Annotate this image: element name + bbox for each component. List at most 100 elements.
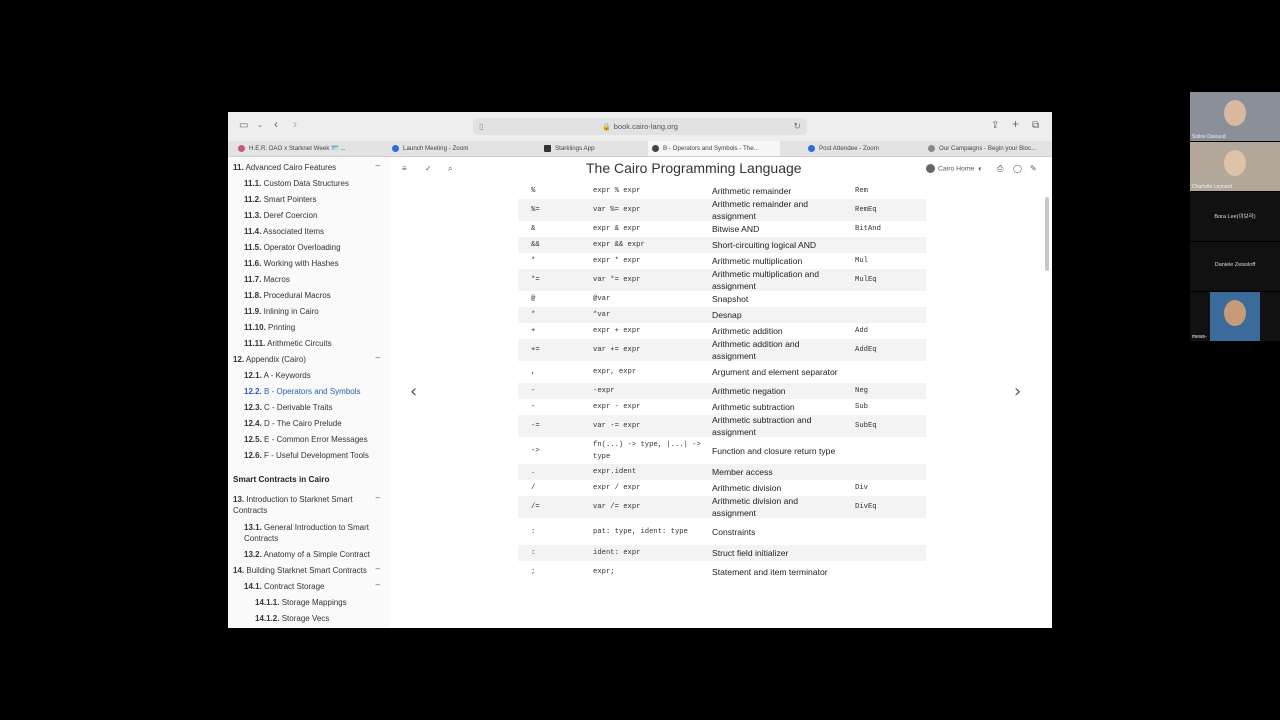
sidebar-item-11[interactable]: 11. Advanced Cairo Features [233, 162, 336, 173]
sidebar-item-11-7[interactable]: 11.7. Macros [244, 274, 290, 285]
book-sidebar: 11. Advanced Cairo Features – 11.1. Cust… [228, 157, 391, 628]
operator-cell: += [531, 346, 540, 354]
tab-favicon [238, 144, 245, 152]
next-chapter-button[interactable]: › [1014, 381, 1021, 402]
tab-her-dao[interactable]: H.E.R. DAO x Starknet Week 🪪 ... [238, 141, 374, 156]
globe-icon[interactable]: ◐ [978, 164, 983, 173]
example-cell: expr && expr [593, 241, 645, 249]
participant-tile[interactable]: Bora Lee(이보라) [1190, 192, 1280, 241]
sidebar-icon[interactable]: ▭ [239, 120, 248, 132]
participant-tile[interactable]: mews- [1190, 292, 1280, 341]
tab-our-campaigns[interactable]: Our Campaigns - Begin your Bloc... [928, 141, 1052, 156]
sidebar-item-11-5[interactable]: 11.5. Operator Overloading [244, 242, 341, 253]
table-row: * *var Desnap [518, 307, 926, 323]
table-row: / expr / expr Arithmetic division Div [518, 480, 926, 496]
example-cell: expr; [593, 568, 615, 576]
participant-tile[interactable]: Soline Daviaud [1190, 92, 1280, 141]
tabs-icon[interactable]: ⧉ [1032, 120, 1039, 132]
operator-cell: , [531, 368, 536, 376]
explanation-cell: Snapshot [712, 294, 749, 304]
address-bar[interactable]: ▯ 🔒 book.cairo-lang.org ↻ [473, 118, 807, 135]
reload-icon[interactable]: ↻ [793, 118, 801, 135]
operator-cell: & [531, 225, 536, 233]
edit-icon[interactable]: ✎ [1030, 164, 1037, 173]
collapse-toggle[interactable]: – [376, 564, 380, 573]
example-cell: var %= expr [593, 206, 641, 214]
table-row: += var += expr Arithmetic addition and ass… [518, 339, 926, 361]
collapse-toggle[interactable]: – [376, 161, 380, 170]
table-row: + expr + expr Arithmetic addition Add [518, 323, 926, 339]
sidebar-item-11-6[interactable]: 11.6. Working with Hashes [244, 258, 339, 269]
tab-launch-meeting[interactable]: Launch Meeting - Zoom [392, 141, 528, 156]
share-icon[interactable]: ⇪ [991, 120, 999, 132]
example-cell: var /= expr [593, 503, 641, 511]
table-row: - -expr Arithmetic negation Neg [518, 383, 926, 399]
sidebar-item-11-10[interactable]: 11.10. Printing [244, 322, 295, 333]
sidebar-item-14-1-2[interactable]: 14.1.2. Storage Vecs [255, 613, 329, 624]
table-row: : ident: expr Struct field initializer [518, 545, 926, 561]
new-tab-button[interactable]: + [1012, 118, 1019, 130]
sidebar-item-11-3[interactable]: 11.3. Deref Coercion [244, 210, 317, 221]
participant-name: Bora Lee(이보라) [1214, 214, 1256, 220]
sidebar-item-11-8[interactable]: 11.8. Procedural Macros [244, 290, 331, 301]
print-icon[interactable]: ⎙ [997, 164, 1003, 174]
sidebar-part-title: Smart Contracts in Cairo [233, 475, 330, 484]
table-row: *= var *= expr Arithmetic multiplication a… [518, 269, 926, 291]
search-icon[interactable]: ⌕ [448, 164, 452, 174]
collapse-toggle[interactable]: – [376, 580, 380, 589]
sidebar-item-12-1[interactable]: 12.1. A - Keywords [244, 370, 311, 381]
sidebar-item-12-3[interactable]: 12.3. C - Derivable Traits [244, 402, 333, 413]
operator-cell: / [531, 484, 536, 492]
tab-label: Our Campaigns - Begin your Bloc... [939, 145, 1037, 152]
sidebar-item-13-2[interactable]: 13.2. Anatomy of a Simple Contract [244, 549, 370, 560]
sidebar-item-11-1[interactable]: 11.1. Custom Data Structures [244, 178, 349, 189]
brush-icon[interactable]: ✓ [425, 164, 432, 173]
operator-cell: : [531, 527, 536, 536]
operator-cell: - [531, 403, 536, 411]
table-row: % expr % expr Arithmetic remainder Rem [518, 183, 926, 199]
sidebar-item-11-9[interactable]: 11.9. Inlining in Cairo [244, 306, 319, 317]
table-row: , expr, expr Argument and element separato… [518, 361, 926, 383]
scrollbar[interactable] [1045, 197, 1049, 271]
participant-tile[interactable]: Daniele Zeissloff [1190, 242, 1280, 291]
participant-name: Daniele Zeissloff [1214, 262, 1256, 268]
sidebar-item-14-1[interactable]: 14.1. Contract Storage [244, 581, 325, 592]
table-row: : pat: type, ident: type Constraints [518, 518, 926, 545]
collapse-toggle[interactable]: – [376, 493, 380, 502]
sidebar-item-12-4[interactable]: 12.4. D - The Cairo Prelude [244, 418, 342, 429]
tab-post-attendee[interactable]: Post Attendee - Zoom [808, 141, 944, 156]
sidebar-item-11-4[interactable]: 11.4. Associated Items [244, 226, 324, 237]
sidebar-item-12-5[interactable]: 12.5. E - Common Error Messages [244, 434, 368, 445]
sidebar-item-11-2[interactable]: 11.2. Smart Pointers [244, 194, 317, 205]
forward-button[interactable]: › [293, 118, 297, 130]
hamburger-icon[interactable]: ≡ [402, 164, 407, 173]
sidebar-item-12[interactable]: 12. Appendix (Cairo) [233, 354, 306, 365]
table-row: @ @var Snapshot [518, 291, 926, 307]
explanation-cell: Constraints [712, 526, 756, 537]
cairo-home-link[interactable]: Cairo Home [926, 164, 974, 173]
sidebar-item-13[interactable]: 13. Introduction to Starknet Smart Contra… [233, 494, 353, 516]
sidebar-item-14[interactable]: 14. Building Starknet Smart Contracts [233, 565, 367, 576]
operator-cell: /= [531, 503, 540, 511]
chevron-down-icon[interactable]: ⌄ [257, 120, 263, 132]
example-cell: fn(...) -> type, |...| -> type [593, 440, 701, 461]
operator-cell: @ [531, 295, 536, 303]
collapse-toggle[interactable]: – [376, 353, 380, 362]
explanation-cell: Argument and element separator [712, 367, 838, 377]
tab-favicon [808, 144, 815, 152]
back-button[interactable]: ‹ [274, 118, 278, 130]
operator-cell: %= [531, 206, 540, 214]
tab-operators-symbols[interactable]: B - Operators and Symbols - The... [648, 141, 780, 156]
trait-cell: Neg [855, 387, 868, 395]
sidebar-item-12-6[interactable]: 12.6. F - Useful Development Tools [244, 450, 369, 461]
participant-tile[interactable]: Charlotte Leonard [1190, 142, 1280, 191]
github-icon[interactable]: ◯ [1013, 164, 1022, 173]
sidebar-item-13-1[interactable]: 13.1. General Introduction to Smart Contr… [244, 522, 369, 544]
prev-chapter-button[interactable]: ‹ [410, 381, 417, 402]
explanation-cell: Arithmetic multiplication [712, 256, 803, 266]
sidebar-item-12-2[interactable]: 12.2. B - Operators and Symbols [244, 386, 361, 397]
example-cell: expr + expr [593, 327, 641, 335]
sidebar-item-14-1-1[interactable]: 14.1.1. Storage Mappings [255, 597, 347, 608]
sidebar-item-11-11[interactable]: 11.11. Arithmetic Circuits [244, 338, 332, 349]
trait-cell: Rem [855, 187, 868, 195]
